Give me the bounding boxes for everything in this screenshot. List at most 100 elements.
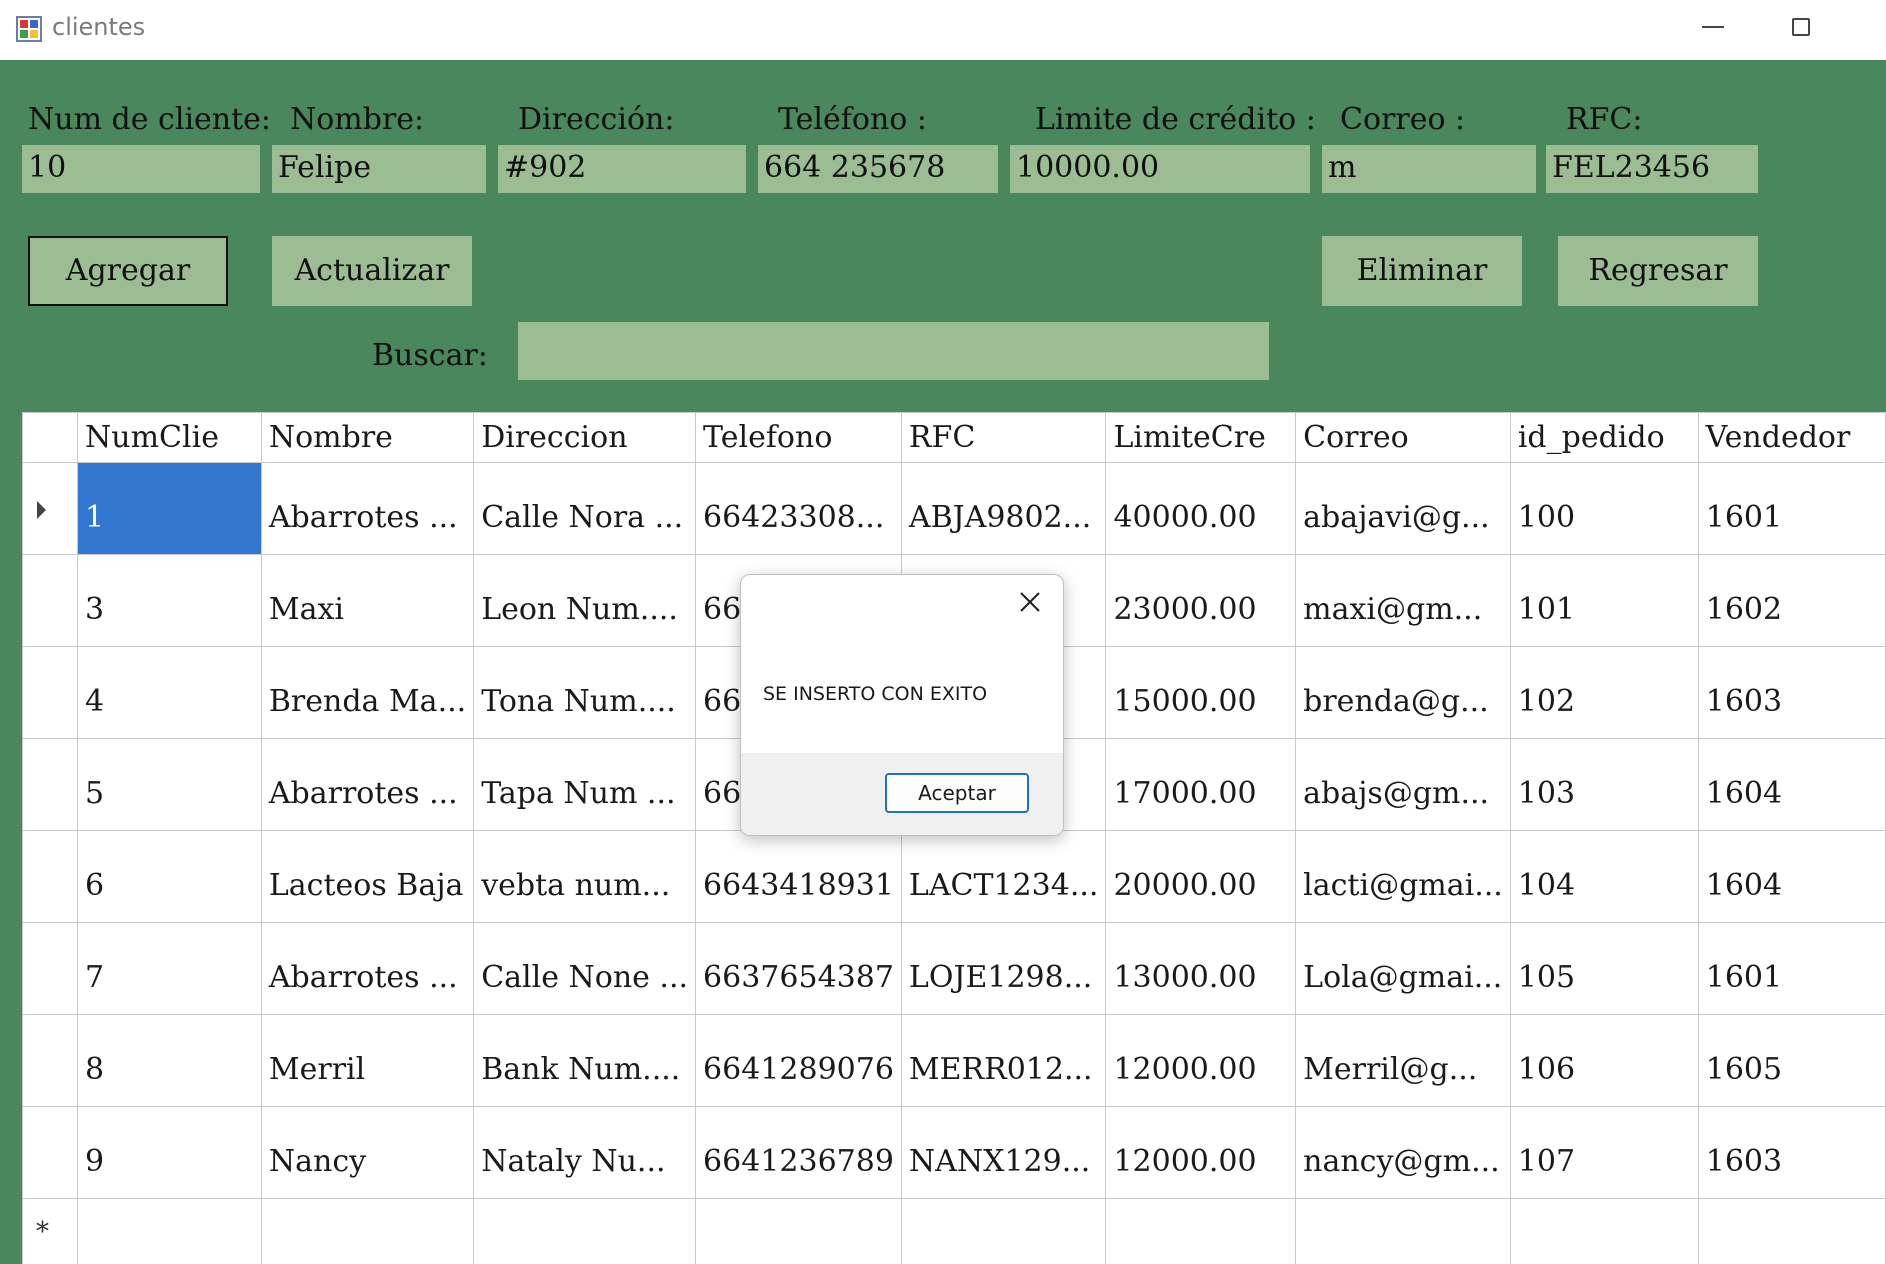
column-header[interactable]: Telefono — [695, 412, 902, 463]
table-cell[interactable]: ABJA9802... — [900, 462, 1107, 555]
table-row[interactable]: 1 Abarrotes ... Calle Nora ... 66423308... A… — [22, 462, 1886, 555]
table-cell[interactable]: 1603 — [1697, 646, 1886, 739]
minimize-icon[interactable] — [1702, 26, 1724, 28]
limite-credito-input[interactable]: 10000.00 — [1010, 145, 1310, 193]
table-cell[interactable]: 6637654387 — [695, 922, 902, 1015]
table-cell[interactable]: MERR012... — [900, 1014, 1107, 1107]
table-cell[interactable]: 13000.00 — [1105, 922, 1297, 1015]
table-cell[interactable] — [1105, 1198, 1297, 1264]
table-cell[interactable]: 12000.00 — [1105, 1014, 1297, 1107]
table-cell[interactable]: 101 — [1509, 554, 1699, 647]
table-cell[interactable]: 1605 — [1697, 1014, 1886, 1107]
table-row[interactable]: 9 Nancy Nataly Nu... 6641236789 NANX129... 12… — [22, 1106, 1886, 1199]
table-cell[interactable]: 1601 — [1697, 462, 1886, 555]
table-cell[interactable]: 5 — [77, 738, 262, 831]
clientes-grid[interactable]: NumClie Nombre Direccion Telefono RFC Li… — [22, 412, 1886, 1264]
search-input[interactable] — [518, 322, 1269, 380]
table-cell[interactable]: Nataly Nu... — [473, 1106, 697, 1199]
table-cell[interactable]: 8 — [77, 1014, 262, 1107]
table-cell[interactable]: abajs@gm... — [1295, 738, 1511, 831]
table-cell[interactable]: Brenda Ma... — [260, 646, 475, 739]
row-header[interactable] — [22, 554, 79, 647]
table-cell[interactable]: 6643418931 — [695, 830, 902, 923]
table-cell[interactable]: LACT1234... — [900, 830, 1107, 923]
table-cell[interactable]: nancy@gm... — [1295, 1106, 1511, 1199]
table-cell[interactable]: Calle None ... — [473, 922, 697, 1015]
table-cell[interactable]: 103 — [1509, 738, 1699, 831]
table-cell[interactable]: 20000.00 — [1105, 830, 1297, 923]
column-header[interactable]: id_pedido — [1509, 412, 1699, 463]
table-cell[interactable]: 1601 — [1697, 922, 1886, 1015]
table-cell[interactable] — [900, 1198, 1107, 1264]
table-cell[interactable]: Bank Num.... — [473, 1014, 697, 1107]
table-cell[interactable]: 66423308... — [695, 462, 902, 555]
table-cell[interactable]: 107 — [1509, 1106, 1699, 1199]
table-cell[interactable]: 17000.00 — [1105, 738, 1297, 831]
table-cell[interactable]: 3 — [77, 554, 262, 647]
table-cell[interactable] — [77, 1198, 262, 1264]
table-cell[interactable] — [1697, 1198, 1886, 1264]
row-header[interactable]: * — [22, 1198, 79, 1264]
actualizar-button[interactable]: Actualizar — [272, 236, 472, 306]
table-cell[interactable]: 1603 — [1697, 1106, 1886, 1199]
table-cell[interactable]: 23000.00 — [1105, 554, 1297, 647]
table-cell[interactable]: Leon Num.... — [473, 554, 697, 647]
maximize-icon[interactable] — [1792, 18, 1810, 36]
agregar-button[interactable]: Agregar — [28, 236, 228, 306]
table-cell[interactable]: Abarrotes ... — [260, 922, 475, 1015]
close-icon[interactable] — [1017, 589, 1043, 615]
table-cell[interactable]: Tapa Num ... — [473, 738, 697, 831]
column-header[interactable]: LimiteCre — [1105, 412, 1297, 463]
new-row[interactable]: * — [22, 1198, 1886, 1264]
table-cell[interactable]: Nancy — [260, 1106, 475, 1199]
column-header[interactable]: NumClie — [77, 412, 262, 463]
row-header[interactable] — [22, 462, 79, 555]
table-cell[interactable]: 6641289076 — [695, 1014, 902, 1107]
table-cell[interactable] — [473, 1198, 697, 1264]
table-cell[interactable]: 1 — [77, 462, 262, 555]
table-cell[interactable]: Merril@g... — [1295, 1014, 1511, 1107]
table-cell[interactable]: 6641236789 — [695, 1106, 902, 1199]
table-cell[interactable]: LOJE1298... — [900, 922, 1107, 1015]
column-header[interactable]: Correo — [1295, 412, 1511, 463]
table-cell[interactable]: 1602 — [1697, 554, 1886, 647]
table-cell[interactable] — [260, 1198, 475, 1264]
table-cell[interactable]: 104 — [1509, 830, 1699, 923]
table-cell[interactable]: Calle Nora ... — [473, 462, 697, 555]
num-cliente-input[interactable]: 10 — [22, 145, 260, 193]
table-cell[interactable]: 4 — [77, 646, 262, 739]
row-header[interactable] — [22, 922, 79, 1015]
column-header[interactable]: Nombre — [260, 412, 475, 463]
table-cell[interactable]: brenda@g... — [1295, 646, 1511, 739]
table-cell[interactable]: 1604 — [1697, 738, 1886, 831]
table-cell[interactable]: Merril — [260, 1014, 475, 1107]
telefono-input[interactable]: 664 235678 — [758, 145, 998, 193]
table-row[interactable]: 6 Lacteos Baja vebta num... 6643418931 LACT1… — [22, 830, 1886, 923]
row-header[interactable] — [22, 646, 79, 739]
table-cell[interactable] — [695, 1198, 902, 1264]
direccion-input[interactable]: #902 — [498, 145, 746, 193]
table-cell[interactable]: vebta num... — [473, 830, 697, 923]
table-cell[interactable]: 40000.00 — [1105, 462, 1297, 555]
table-cell[interactable]: Lacteos Baja — [260, 830, 475, 923]
table-cell[interactable]: 1604 — [1697, 830, 1886, 923]
table-cell[interactable]: 106 — [1509, 1014, 1699, 1107]
table-cell[interactable]: lacti@gmai... — [1295, 830, 1511, 923]
column-header[interactable]: Direccion — [473, 412, 697, 463]
row-header[interactable] — [22, 830, 79, 923]
row-header[interactable] — [22, 1106, 79, 1199]
eliminar-button[interactable]: Eliminar — [1322, 236, 1522, 306]
table-cell[interactable]: 15000.00 — [1105, 646, 1297, 739]
table-cell[interactable]: Lola@gmai... — [1295, 922, 1511, 1015]
table-cell[interactable]: 6 — [77, 830, 262, 923]
table-cell[interactable] — [1295, 1198, 1511, 1264]
column-header[interactable]: RFC — [900, 412, 1107, 463]
regresar-button[interactable]: Regresar — [1558, 236, 1758, 306]
table-cell[interactable]: 102 — [1509, 646, 1699, 739]
row-header[interactable] — [22, 738, 79, 831]
row-header[interactable] — [22, 1014, 79, 1107]
nombre-input[interactable]: Felipe — [272, 145, 486, 193]
table-row[interactable]: 7 Abarrotes ... Calle None ... 6637654387 LO… — [22, 922, 1886, 1015]
table-cell[interactable]: 100 — [1509, 462, 1699, 555]
table-cell[interactable] — [1509, 1198, 1699, 1264]
